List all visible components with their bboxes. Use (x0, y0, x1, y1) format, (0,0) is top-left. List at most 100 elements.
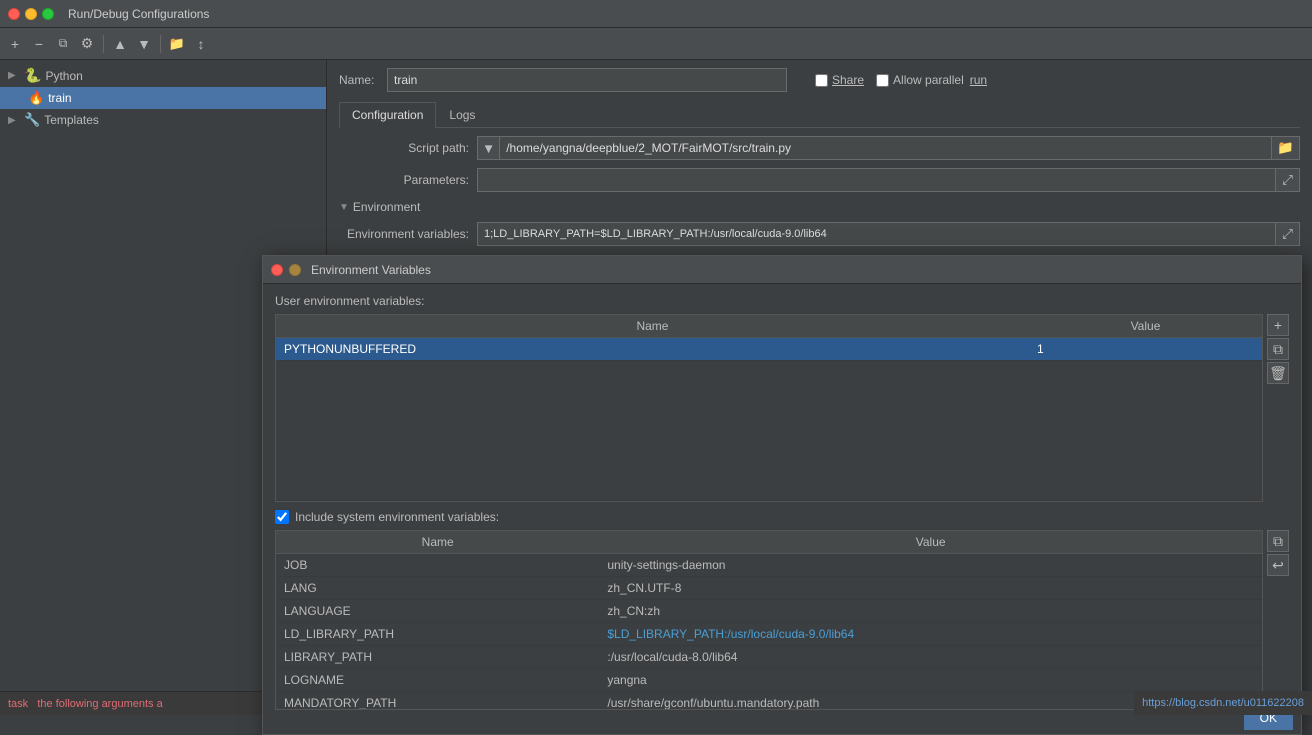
env-expand-button[interactable]: ⤢ (1276, 222, 1300, 246)
dialog-min-button[interactable] (289, 264, 301, 276)
table-row[interactable]: PYTHONUNBUFFERED 1 (276, 338, 1262, 361)
sys-lang-value: zh_CN.UTF-8 (599, 577, 1262, 600)
dialog-title-bar: Environment Variables (263, 256, 1301, 284)
name-row: Name: Share Allow parallel run (339, 68, 1300, 92)
user-table-actions: + ⧉ 🗑 (1267, 314, 1289, 502)
remove-button[interactable]: − (28, 33, 50, 55)
window-title: Run/Debug Configurations (68, 7, 209, 21)
table-row[interactable]: LOGNAME yangna (276, 669, 1262, 692)
run-label: run (970, 73, 987, 87)
include-system-label: Include system environment variables: (295, 510, 499, 524)
sys-ldlibpath-name: LD_LIBRARY_PATH (276, 623, 599, 646)
tab-logs[interactable]: Logs (436, 102, 488, 127)
env-variables-dialog[interactable]: Environment Variables User environment v… (262, 255, 1302, 735)
sys-logname-name: LOGNAME (276, 669, 599, 692)
move-down-button[interactable]: ▼ (133, 33, 155, 55)
sort-button[interactable]: ↕ (190, 33, 212, 55)
delete-var-button[interactable]: 🗑 (1267, 362, 1289, 384)
system-table-actions: ⧉ ↩ (1267, 530, 1289, 710)
settings-button[interactable]: ⚙ (76, 33, 98, 55)
include-system-row: Include system environment variables: (275, 510, 1289, 524)
user-row-name: PYTHONUNBUFFERED (276, 338, 1029, 361)
sidebar-item-train[interactable]: 🔥 train (0, 87, 326, 109)
templates-arrow: ▶ (8, 115, 20, 126)
environment-label: Environment (353, 200, 420, 214)
status-line1: task (8, 698, 28, 710)
copy-button[interactable]: ⧉ (52, 33, 74, 55)
env-variables-label: Environment variables: (339, 227, 469, 241)
add-button[interactable]: + (4, 33, 26, 55)
user-name-header: Name (276, 315, 1029, 338)
environment-arrow: ▼ (339, 202, 349, 213)
maximize-button[interactable] (42, 8, 54, 20)
config-tabs: Configuration Logs (339, 102, 1300, 128)
env-variables-input-group: ⤢ (477, 222, 1300, 246)
add-var-button[interactable]: + (1267, 314, 1289, 336)
parameters-row: Parameters: ⤢ (339, 168, 1300, 192)
env-variables-input[interactable] (477, 222, 1276, 246)
python-icon: 🐍 (24, 67, 41, 84)
toolbar: + − ⧉ ⚙ ▲ ▼ 📁 ↕ (0, 28, 1312, 60)
env-variables-row: Environment variables: ⤢ (339, 222, 1300, 246)
name-input[interactable] (387, 68, 787, 92)
include-system-checkbox[interactable] (275, 510, 289, 524)
sys-libpath-value: :/usr/local/cuda-8.0/lib64 (599, 646, 1262, 669)
share-checkbox-item: Share (815, 73, 864, 87)
allow-parallel-checkbox[interactable] (876, 74, 889, 87)
name-label: Name: (339, 73, 379, 87)
dialog-content: User environment variables: Name Value (263, 284, 1301, 720)
dialog-title: Environment Variables (311, 263, 431, 277)
system-env-table: Name Value JOB unity-settings-daemon LAN… (276, 531, 1262, 710)
script-path-input-group: ▼ 📁 (477, 136, 1300, 160)
tab-configuration[interactable]: Configuration (339, 102, 436, 128)
sys-copy-button[interactable]: ⧉ (1267, 530, 1289, 552)
sys-value-header: Value (599, 531, 1262, 554)
sys-language-value: zh_CN:zh (599, 600, 1262, 623)
status-text: task the following arguments a (8, 698, 163, 710)
sys-name-header: Name (276, 531, 599, 554)
separator-1 (103, 35, 104, 53)
table-row[interactable]: LIBRARY_PATH :/usr/local/cuda-8.0/lib64 (276, 646, 1262, 669)
templates-icon: 🔧 (24, 112, 40, 128)
table-row[interactable]: LANGUAGE zh_CN:zh (276, 600, 1262, 623)
user-value-header: Value (1029, 315, 1262, 338)
move-up-button[interactable]: ▲ (109, 33, 131, 55)
table-row[interactable]: LD_LIBRARY_PATH $LD_LIBRARY_PATH:/usr/lo… (276, 623, 1262, 646)
sys-job-name: JOB (276, 554, 599, 577)
empty-row (276, 361, 1262, 501)
table-row[interactable]: LANG zh_CN.UTF-8 (276, 577, 1262, 600)
script-path-input[interactable] (499, 136, 1272, 160)
user-table-area: Name Value PYTHONUNBUFFERED 1 (275, 314, 1289, 502)
share-checkbox[interactable] (815, 74, 828, 87)
folder-button[interactable]: 📁 (166, 33, 188, 55)
script-path-row: Script path: ▼ 📁 (339, 136, 1300, 160)
dialog-footer: OK (263, 720, 1301, 734)
table-row[interactable]: MANDATORY_PATH /usr/share/gconf/ubuntu.m… (276, 692, 1262, 711)
parameters-input[interactable] (477, 168, 1276, 192)
user-env-label: User environment variables: (275, 294, 1289, 308)
separator-2 (160, 35, 161, 53)
script-type-dropdown[interactable]: ▼ (477, 136, 499, 160)
parameters-label: Parameters: (339, 173, 469, 187)
templates-label: Templates (44, 113, 99, 127)
close-button[interactable] (8, 8, 20, 20)
sidebar-item-python[interactable]: ▶ 🐍 Python (0, 64, 326, 87)
parameters-input-group: ⤢ (477, 168, 1300, 192)
url-bar: https://blog.csdn.net/u011622208 (1134, 691, 1312, 715)
sys-undo-button[interactable]: ↩ (1267, 554, 1289, 576)
table-row[interactable]: JOB unity-settings-daemon (276, 554, 1262, 577)
allow-parallel-item: Allow parallel run (876, 73, 987, 87)
title-bar: Run/Debug Configurations (0, 0, 1312, 28)
share-area: Share Allow parallel run (815, 73, 987, 87)
minimize-button[interactable] (25, 8, 37, 20)
copy-var-button[interactable]: ⧉ (1267, 338, 1289, 360)
sys-lang-name: LANG (276, 577, 599, 600)
sys-job-value: unity-settings-daemon (599, 554, 1262, 577)
expand-button[interactable]: ⤢ (1276, 168, 1300, 192)
sidebar-item-templates[interactable]: ▶ 🔧 Templates (0, 109, 326, 131)
dialog-close-button[interactable] (271, 264, 283, 276)
system-table-area: Name Value JOB unity-settings-daemon LAN… (275, 530, 1289, 710)
environment-section-header[interactable]: ▼ Environment (339, 200, 1300, 214)
status-bar: task the following arguments a (0, 691, 270, 715)
browse-button[interactable]: 📁 (1272, 136, 1300, 160)
